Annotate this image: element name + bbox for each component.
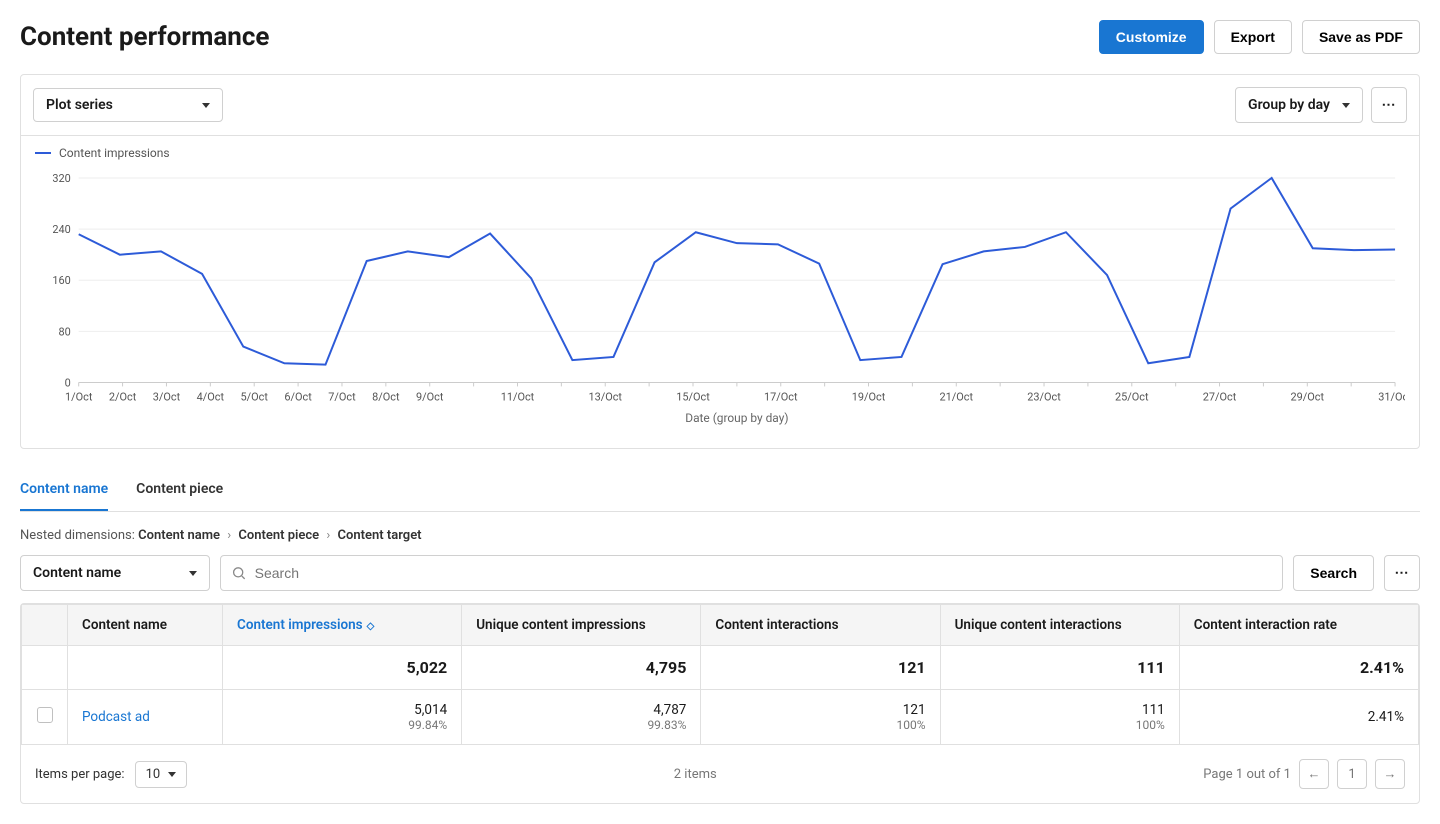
legend-swatch <box>35 152 51 154</box>
prev-page-button[interactable]: ← <box>1299 759 1329 789</box>
svg-text:240: 240 <box>52 223 70 236</box>
svg-text:Date (group by day): Date (group by day) <box>685 411 788 425</box>
svg-text:7/Oct: 7/Oct <box>328 390 356 403</box>
items-per-page-label: Items per page: <box>35 767 125 782</box>
arrow-left-icon: ← <box>1307 766 1320 782</box>
dimension-select-label: Content name <box>33 565 121 581</box>
tab-content-name[interactable]: Content name <box>20 473 108 511</box>
search-icon <box>231 565 247 581</box>
dimension-select[interactable]: Content name <box>20 555 210 591</box>
page-number[interactable]: 1 <box>1337 759 1367 789</box>
items-per-page-select[interactable]: 10 <box>135 761 188 788</box>
group-by-label: Group by day <box>1248 97 1330 113</box>
col-header-unique-interactions[interactable]: Unique content interactions <box>940 605 1179 646</box>
table-row: Podcast ad 5,014 99.84% 4,787 99.83% 121… <box>22 690 1419 745</box>
page-indicator: Page 1 out of 1 <box>1203 767 1291 782</box>
svg-text:31/Oct: 31/Oct <box>1378 390 1405 403</box>
customize-button[interactable]: Customize <box>1099 20 1204 54</box>
col-header-impressions[interactable]: Content impressions◇ <box>223 605 462 646</box>
svg-text:0: 0 <box>65 376 71 389</box>
chevron-down-icon <box>1342 103 1350 108</box>
export-button[interactable]: Export <box>1214 20 1292 54</box>
svg-text:2/Oct: 2/Oct <box>109 390 137 403</box>
table-more-button[interactable]: ⋯ <box>1384 555 1420 591</box>
plot-series-label: Plot series <box>46 97 113 113</box>
svg-text:19/Oct: 19/Oct <box>852 390 886 403</box>
svg-text:320: 320 <box>52 172 70 185</box>
search-button[interactable]: Search <box>1293 555 1374 591</box>
row-checkbox[interactable] <box>37 707 53 723</box>
col-header-checkbox <box>22 605 68 646</box>
sort-indicator-icon: ◇ <box>367 621 375 632</box>
legend-series-name: Content impressions <box>59 146 170 160</box>
chevron-down-icon <box>202 103 210 108</box>
more-icon: ⋯ <box>1395 565 1410 581</box>
svg-text:21/Oct: 21/Oct <box>939 390 973 403</box>
col-header-interactions[interactable]: Content interactions <box>701 605 940 646</box>
svg-text:15/Oct: 15/Oct <box>676 390 710 403</box>
chart-more-button[interactable]: ⋯ <box>1371 87 1407 123</box>
row-name-link[interactable]: Podcast ad <box>82 709 150 725</box>
svg-text:13/Oct: 13/Oct <box>588 390 622 403</box>
line-chart: 0 80 160 240 320 1/Oct 2/Oct 3/Oct 4/Oct 5/Oct 6/O… <box>35 170 1405 428</box>
items-count: 2 items <box>674 767 717 782</box>
arrow-right-icon: → <box>1383 766 1396 782</box>
svg-text:80: 80 <box>58 325 70 338</box>
plot-series-select[interactable]: Plot series <box>33 88 223 122</box>
save-pdf-button[interactable]: Save as PDF <box>1302 20 1420 54</box>
svg-text:29/Oct: 29/Oct <box>1291 390 1325 403</box>
svg-text:23/Oct: 23/Oct <box>1027 390 1061 403</box>
col-header-name[interactable]: Content name <box>68 605 223 646</box>
totals-row: 5,022 4,795 121 111 2.41% <box>22 646 1419 690</box>
chevron-down-icon <box>189 571 197 576</box>
svg-text:9/Oct: 9/Oct <box>416 390 444 403</box>
chevron-down-icon <box>168 772 176 777</box>
svg-text:4/Oct: 4/Oct <box>197 390 225 403</box>
svg-text:5/Oct: 5/Oct <box>241 390 269 403</box>
svg-text:17/Oct: 17/Oct <box>764 390 798 403</box>
tab-content-piece[interactable]: Content piece <box>136 473 223 511</box>
page-title: Content performance <box>20 22 269 52</box>
svg-text:27/Oct: 27/Oct <box>1203 390 1237 403</box>
svg-text:11/Oct: 11/Oct <box>501 390 535 403</box>
svg-text:6/Oct: 6/Oct <box>284 390 312 403</box>
svg-text:3/Oct: 3/Oct <box>153 390 181 403</box>
svg-text:8/Oct: 8/Oct <box>372 390 400 403</box>
search-input[interactable] <box>255 556 1273 590</box>
group-by-select[interactable]: Group by day <box>1235 87 1363 123</box>
next-page-button[interactable]: → <box>1375 759 1405 789</box>
nested-dimensions: Nested dimensions: Content name › Conten… <box>20 528 1420 543</box>
svg-text:25/Oct: 25/Oct <box>1115 390 1149 403</box>
col-header-unique-impressions[interactable]: Unique content impressions <box>462 605 701 646</box>
svg-text:160: 160 <box>52 274 70 287</box>
more-icon: ⋯ <box>1382 97 1397 113</box>
svg-text:1/Oct: 1/Oct <box>65 390 93 403</box>
col-header-interaction-rate[interactable]: Content interaction rate <box>1179 605 1418 646</box>
